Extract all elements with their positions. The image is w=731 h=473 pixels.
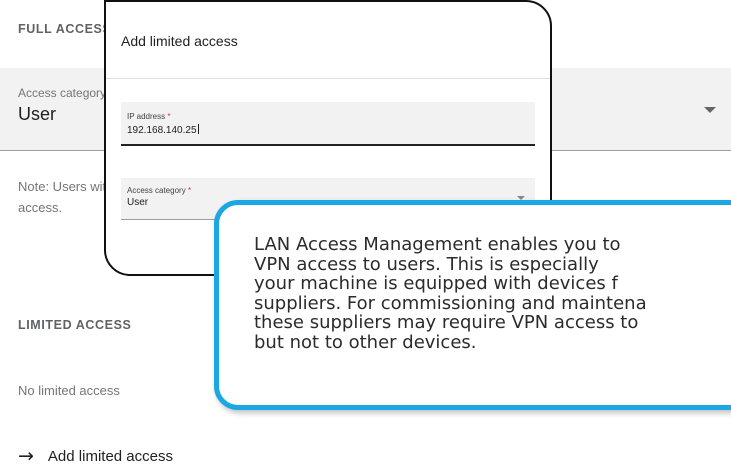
callout-line: LAN Access Management enables you to — [254, 234, 621, 255]
dialog-access-category-value: User — [127, 197, 149, 208]
callout-line: suppliers. For commissioning and mainten… — [254, 292, 647, 314]
dialog-access-category-label: Access category * — [127, 186, 192, 195]
callout-line: but not to other devices. — [254, 331, 477, 353]
add-limited-access-button[interactable]: → Add limited access — [18, 445, 173, 467]
chevron-down-icon[interactable] — [704, 107, 716, 113]
callout-text: LAN Access Management enables you to VPN… — [254, 235, 731, 352]
ip-address-field[interactable]: IP address * 192.168.140.25 — [121, 102, 535, 146]
access-category-select-value: User — [18, 104, 57, 124]
no-limited-access-text: No limited access — [18, 383, 120, 398]
limited-access-title: LIMITED ACCESS — [18, 318, 132, 332]
full-access-title: FULL ACCESS — [18, 22, 112, 36]
ip-address-value: 192.168.140.25 — [127, 124, 199, 136]
text-cursor — [197, 124, 199, 134]
arrow-right-icon: → — [18, 445, 34, 467]
callout-line: your machine is equipped with devices f — [254, 273, 618, 294]
info-callout: LAN Access Management enables you to VPN… — [214, 200, 731, 410]
dialog-title: Add limited access — [121, 33, 238, 49]
ip-address-label: IP address * — [127, 112, 171, 121]
callout-line: these suppliers may require VPN access t… — [254, 312, 639, 333]
dialog-divider — [106, 78, 550, 79]
access-category-select-label: Access category * — [18, 86, 115, 100]
callout-line: VPN access to users. This is especially — [254, 253, 599, 275]
add-limited-access-label: Add limited access — [47, 447, 173, 465]
